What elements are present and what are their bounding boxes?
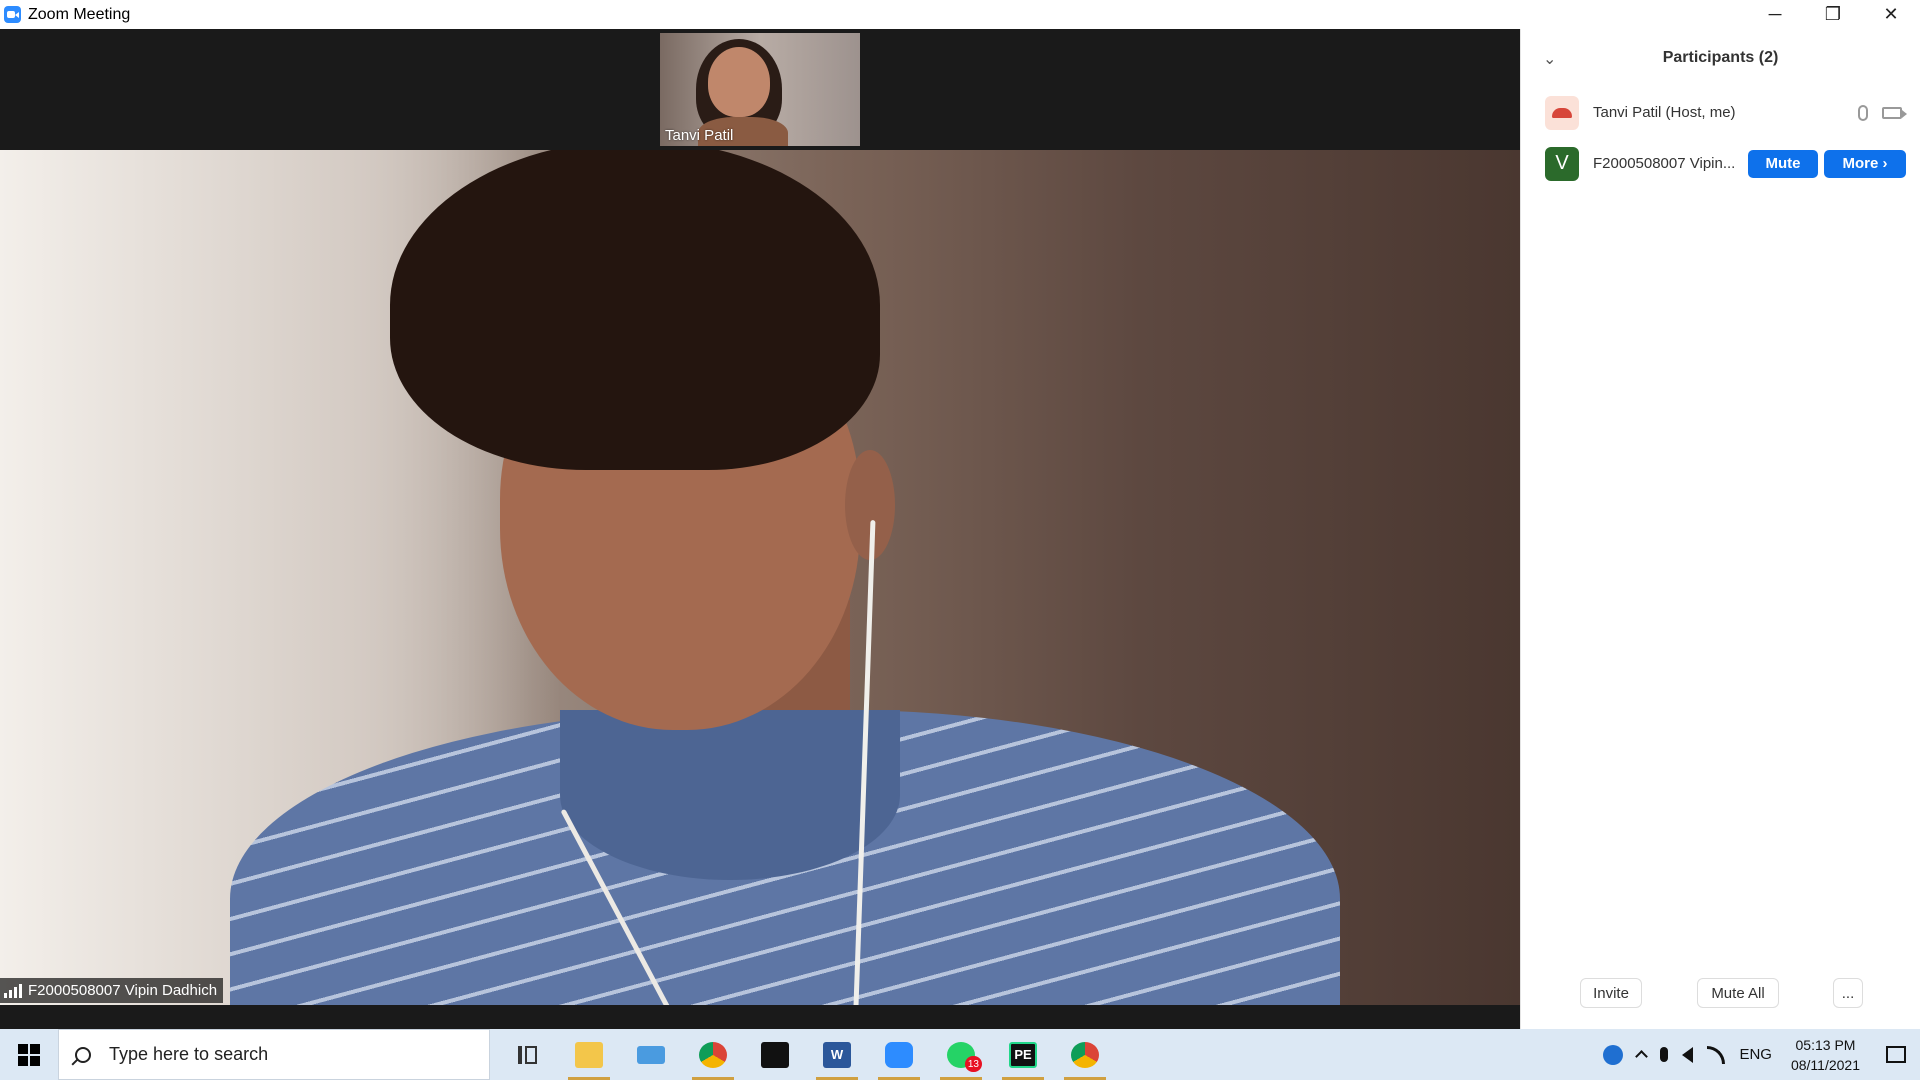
thumbnail-face <box>708 47 770 117</box>
search-input[interactable] <box>109 1044 469 1065</box>
video-camera-icon <box>1882 106 1907 119</box>
avatar <box>1545 95 1579 130</box>
title-bar: Zoom Meeting ─ ❐ ✕ <box>0 0 1920 29</box>
word-button[interactable]: W <box>806 1029 868 1080</box>
task-view-button[interactable] <box>496 1029 558 1080</box>
language-indicator[interactable]: ENG <box>1732 1029 1779 1080</box>
chevron-up-icon <box>1635 1050 1649 1063</box>
restore-button[interactable]: ❐ <box>1804 0 1862 29</box>
mute-all-button[interactable]: Mute All <box>1697 978 1779 1008</box>
show-hidden-icons-button[interactable] <box>1630 1029 1653 1080</box>
file-explorer-icon <box>575 1041 603 1068</box>
taskbar-apps: W 13 PE <box>496 1029 1116 1080</box>
minimize-button[interactable]: ─ <box>1746 0 1804 29</box>
avatar: V <box>1545 146 1579 181</box>
chrome-icon <box>699 1041 727 1068</box>
signal-strength-icon <box>4 983 22 998</box>
start-button[interactable] <box>0 1029 58 1080</box>
clock-date: 08/11/2021 <box>1790 1056 1860 1073</box>
speaker-name: F2000508007 Vipin Dadhich <box>28 982 218 999</box>
windows-logo-icon <box>18 1043 40 1066</box>
zoom-button[interactable] <box>868 1029 930 1080</box>
participants-panel: ⌄ Participants (2) Tanvi Patil (Host, me… <box>1520 29 1920 1029</box>
window-title: Zoom Meeting <box>28 5 131 23</box>
network-button[interactable] <box>1700 1029 1732 1080</box>
more-button[interactable]: More › <box>1824 149 1906 178</box>
clock-time: 05:13 PM <box>1795 1036 1856 1053</box>
taskbar: W 13 PE ENG 05: <box>0 1029 1920 1080</box>
notification-icon <box>1886 1046 1906 1063</box>
main-video[interactable]: F2000508007 Vipin Dadhich <box>0 150 1520 1005</box>
this-pc-button[interactable] <box>620 1029 682 1080</box>
thumbnail-strip: Tanvi Patil <box>0 29 1520 150</box>
photos-icon <box>761 1041 789 1068</box>
invite-button[interactable]: Invite <box>1580 978 1642 1008</box>
participant-row[interactable]: Tanvi Patil (Host, me) <box>1521 87 1920 138</box>
speaker-name-label: F2000508007 Vipin Dadhich <box>0 978 224 1003</box>
zoom-icon <box>885 1041 913 1068</box>
search-icon <box>75 1046 91 1063</box>
help-tray-button[interactable] <box>1596 1029 1630 1080</box>
pycharm-button[interactable]: PE <box>992 1029 1054 1080</box>
video-collar <box>560 710 900 880</box>
wifi-icon <box>1707 1045 1726 1064</box>
more-options-button[interactable]: ... <box>1833 978 1863 1008</box>
pycharm-icon: PE <box>1009 1041 1037 1068</box>
participants-header: ⌄ Participants (2) <box>1521 29 1920 87</box>
chrome-profile-icon <box>1071 1041 1099 1068</box>
clock[interactable]: 05:13 PM 08/11/2021 <box>1779 1035 1872 1075</box>
window-controls: ─ ❐ ✕ <box>1746 0 1920 29</box>
chrome-profile-button[interactable] <box>1054 1029 1116 1080</box>
microphone-tray-button[interactable] <box>1653 1029 1675 1080</box>
speaker-icon <box>1682 1046 1694 1063</box>
photos-button[interactable] <box>744 1029 806 1080</box>
close-button[interactable]: ✕ <box>1862 0 1920 29</box>
thumbnail-name: Tanvi Patil <box>665 127 734 144</box>
notification-badge: 13 <box>964 1056 982 1072</box>
this-pc-icon <box>637 1045 665 1064</box>
collapse-chevron-icon[interactable]: ⌄ <box>1543 49 1556 69</box>
microphone-icon <box>1660 1047 1669 1062</box>
taskbar-search[interactable] <box>58 1029 490 1080</box>
participant-name: F2000508007 Vipin... <box>1593 155 1736 172</box>
help-icon <box>1603 1044 1624 1065</box>
mute-button[interactable]: Mute <box>1748 149 1818 178</box>
participant-thumbnail[interactable]: Tanvi Patil <box>660 33 860 146</box>
microphone-icon <box>1858 104 1868 121</box>
action-center-button[interactable] <box>1872 1029 1920 1080</box>
participant-row[interactable]: V F2000508007 Vipin... Mute More › <box>1521 138 1920 189</box>
zoom-app-icon <box>4 6 21 23</box>
participants-footer: Invite Mute All ... <box>1521 961 1920 1029</box>
file-explorer-button[interactable] <box>558 1029 620 1080</box>
video-hair <box>390 150 880 470</box>
whatsapp-button[interactable]: 13 <box>930 1029 992 1080</box>
chrome-button[interactable] <box>682 1029 744 1080</box>
task-view-icon <box>517 1045 537 1064</box>
participants-title: Participants (2) <box>1662 49 1779 66</box>
system-tray: ENG 05:13 PM 08/11/2021 <box>1596 1029 1920 1080</box>
participant-actions: Mute More › <box>1748 149 1906 178</box>
participant-status-icons <box>1858 104 1907 121</box>
word-icon: W <box>823 1041 851 1068</box>
volume-button[interactable] <box>1675 1029 1700 1080</box>
meeting-area: Tanvi Patil F2000508007 Vipin Dadhich <box>0 29 1520 1029</box>
participant-name: Tanvi Patil (Host, me) <box>1593 104 1736 121</box>
